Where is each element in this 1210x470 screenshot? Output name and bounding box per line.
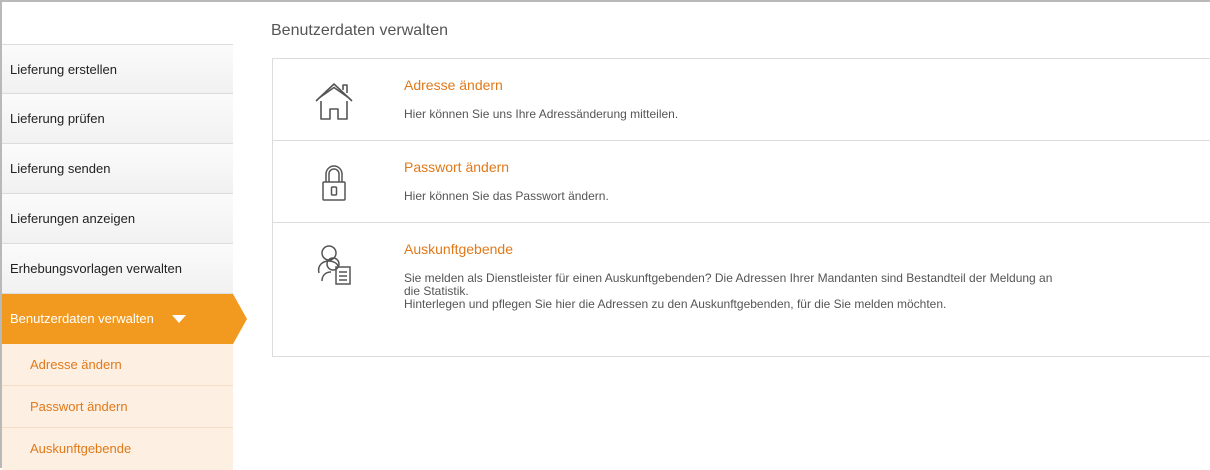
chevron-down-icon — [171, 314, 186, 323]
page-title: Benutzerdaten verwalten — [271, 22, 448, 39]
card-adresse-title[interactable]: Adresse ändern — [404, 77, 503, 93]
options-panel: Adresse ändern Hier können Sie uns Ihre … — [272, 58, 1210, 357]
sidebar-item-benutzerdaten[interactable]: Benutzerdaten verwalten — [2, 294, 247, 344]
sidebar-item-lieferungen-anzeigen[interactable]: Lieferungen anzeigen — [2, 194, 233, 244]
card-passwort: Passwort ändern Hier können Sie das Pass… — [273, 141, 1210, 223]
card-auskunftgebende-title[interactable]: Auskunftgebende — [404, 241, 513, 257]
sidebar-item-lieferung-senden[interactable]: Lieferung senden — [2, 144, 233, 194]
subnav-item-adresse[interactable]: Adresse ändern — [2, 344, 233, 386]
card-auskunftgebende-desc: Sie melden als Dienstleister für einen A… — [404, 272, 1064, 311]
sidebar-item-lieferung-erstellen[interactable]: Lieferung erstellen — [2, 44, 233, 94]
card-passwort-title[interactable]: Passwort ändern — [404, 159, 509, 175]
card-adresse: Adresse ändern Hier können Sie uns Ihre … — [273, 59, 1210, 141]
sidebar-subnav: Adresse ändern Passwort ändern Auskunftg… — [2, 344, 233, 470]
card-passwort-desc: Hier können Sie das Passwort ändern. — [404, 189, 609, 203]
house-icon — [315, 83, 353, 120]
sidebar-item-lieferung-pruefen[interactable]: Lieferung prüfen — [2, 94, 233, 144]
people-document-icon — [317, 245, 351, 285]
card-adresse-desc: Hier können Sie uns Ihre Adressänderung … — [404, 107, 679, 121]
subnav-item-auskunftgebende[interactable]: Auskunftgebende — [2, 428, 233, 470]
padlock-icon — [322, 165, 346, 201]
card-auskunftgebende: Auskunftgebende Sie melden als Dienstlei… — [273, 223, 1210, 356]
subnav-item-passwort[interactable]: Passwort ändern — [2, 386, 233, 428]
sidebar-item-label: Benutzerdaten verwalten — [10, 311, 154, 326]
sidebar-item-erhebungsvorlagen[interactable]: Erhebungsvorlagen verwalten — [2, 244, 233, 294]
sidebar: Lieferung erstellen Lieferung prüfen Lie… — [2, 44, 247, 470]
card-auskunftgebende-desc-2: Hinterlegen und pflegen Sie hier die Adr… — [404, 297, 947, 311]
card-auskunftgebende-desc-1: Sie melden als Dienstleister für einen A… — [404, 271, 1053, 298]
